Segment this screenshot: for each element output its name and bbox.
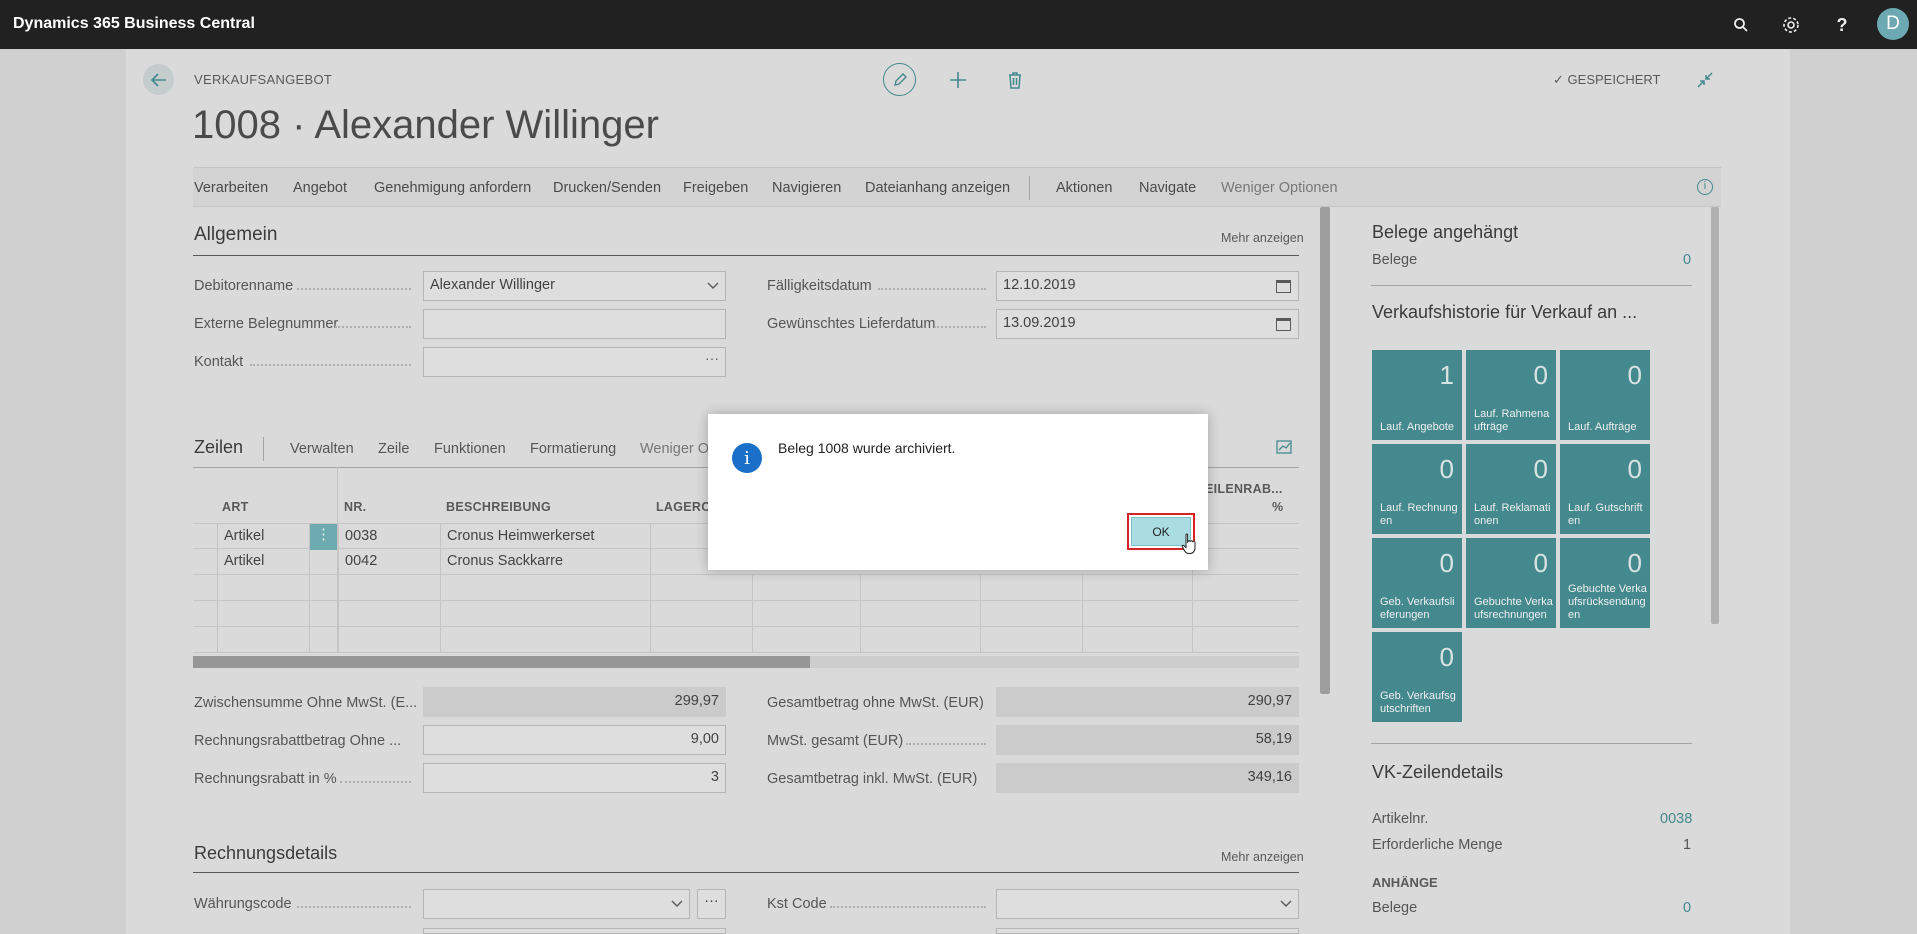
hand-cursor-icon bbox=[1181, 533, 1197, 555]
search-icon[interactable] bbox=[1728, 12, 1754, 38]
app-title: Dynamics 365 Business Central bbox=[13, 15, 255, 32]
info-icon: i bbox=[732, 443, 762, 473]
help-icon[interactable]: ? bbox=[1829, 12, 1855, 38]
avatar[interactable]: D bbox=[1877, 8, 1909, 40]
dialog-message: Beleg 1008 wurde archiviert. bbox=[778, 440, 956, 456]
app-top-bar: Dynamics 365 Business Central ? D bbox=[0, 0, 1917, 49]
gear-icon[interactable] bbox=[1778, 12, 1804, 38]
